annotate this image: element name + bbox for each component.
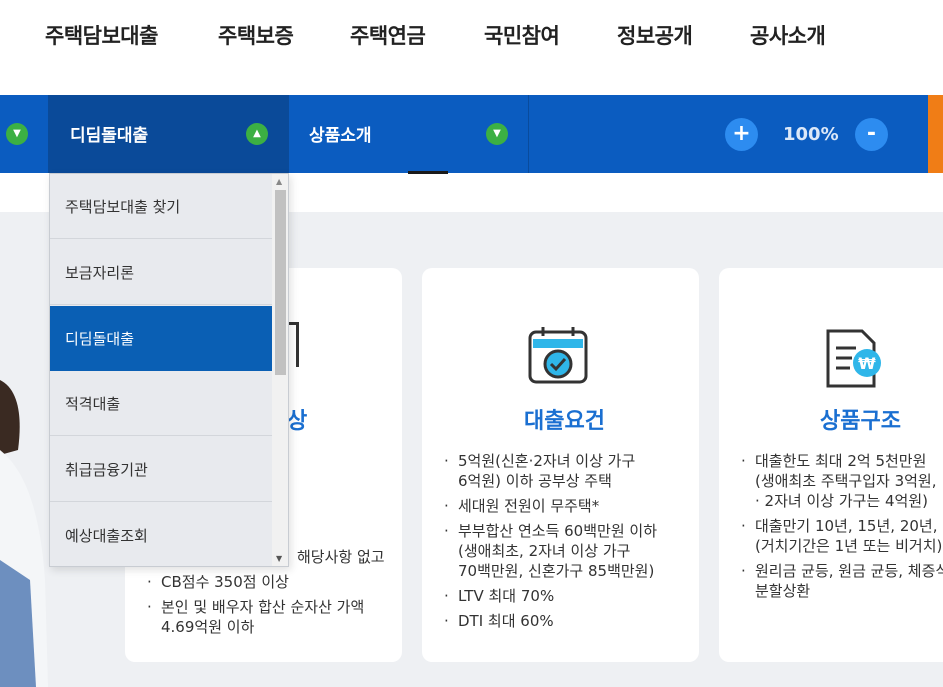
menu1-label[interactable]: 디딤돌대출 [70, 121, 148, 146]
nav-about[interactable]: 공사소개 [750, 20, 826, 50]
card3-bullet-2: 원리금 균등, 원금 균등, 체증식 분할상환 [741, 561, 943, 601]
nav-guarantee[interactable]: 주택보증 [218, 20, 294, 50]
dropdown-item-bogeumjari[interactable]: 보금자리론 [50, 240, 272, 305]
card2-bullet-2: 부부합산 연소득 60백만원 이하 (생애최초, 2자녀 이상 가구 70백만원… [444, 521, 694, 581]
card2-bullet-4: DTI 최대 60% [444, 611, 694, 631]
dropdown-item-financial-institutions[interactable]: 취급금융기관 [50, 437, 272, 502]
nav-mortgage[interactable]: 주택담보대출 [45, 20, 158, 50]
dropdown-item-mortgage-search[interactable]: 주택담보대출 찾기 [50, 174, 272, 239]
card1-bullet-1: CB점수 350점 이상 [147, 572, 397, 592]
active-tab-indicator [408, 171, 448, 174]
nav-pension[interactable]: 주택연금 [350, 20, 426, 50]
dropdown-item-qualified-loan[interactable]: 적격대출 [50, 371, 272, 436]
card2-bullet-0: 5억원(신혼·2자녀 이상 가구 6억원) 이하 공부상 주택 [444, 451, 694, 491]
chevron-up-icon[interactable]: ▲ [246, 123, 268, 145]
card1-title: 상 [287, 409, 308, 434]
nav-disclosure[interactable]: 정보공개 [617, 20, 693, 50]
menu2-label[interactable]: 상품소개 [309, 121, 372, 146]
scrollbar[interactable]: ▲ ▼ [272, 174, 288, 566]
card3-bullets: 대출한도 최대 2억 5천만원 (생애최초 주택구입자 3억원, · 2자녀 이… [741, 451, 943, 606]
plus-icon[interactable]: + [725, 118, 758, 151]
nav-participation[interactable]: 국민참여 [484, 20, 560, 50]
chevron-down-icon[interactable]: ▼ [486, 123, 508, 145]
chevron-down-icon[interactable]: ▼ [6, 123, 28, 145]
card2-bullet-3: LTV 최대 70% [444, 586, 694, 606]
card3-bullet-0: 대출한도 최대 2억 5천만원 (생애최초 주택구입자 3억원, · 2자녀 이… [741, 451, 943, 511]
scroll-down-arrow-icon[interactable]: ▼ [276, 554, 282, 563]
divider [528, 95, 529, 173]
orange-edge [928, 95, 943, 173]
svg-text:₩: ₩ [858, 354, 876, 373]
card2-title: 대출요건 [524, 409, 605, 434]
card2-bullet-1: 세대원 전원이 무주택* [444, 496, 694, 516]
zoom-level: 100% [783, 124, 839, 145]
person-photo [0, 380, 48, 687]
scroll-up-arrow-icon[interactable]: ▲ [276, 177, 282, 186]
scrollbar-thumb[interactable] [275, 190, 286, 375]
top-navigation: 주택담보대출 주택보증 주택연금 국민참여 정보공개 공사소개 [0, 0, 943, 95]
minus-icon[interactable]: - [855, 118, 888, 151]
card2-bullets: 5억원(신혼·2자녀 이상 가구 6억원) 이하 공부상 주택 세대원 전원이 … [444, 451, 694, 636]
document-won-icon: ₩ [826, 329, 881, 388]
calendar-check-icon [528, 327, 588, 384]
dropdown-item-estimated-loan[interactable]: 예상대출조회 [50, 503, 272, 566]
card1-bullet-2: 본인 및 배우자 합산 순자산 가액 4.69억원 이하 [147, 597, 397, 637]
card3-bullet-1: 대출만기 10년, 15년, 20년, 3 (거치기간은 1년 또는 비거치) [741, 516, 943, 556]
dropdown-menu: 주택담보대출 찾기 보금자리론 디딤돌대출 적격대출 취급금융기관 예상대출조회… [49, 173, 289, 567]
card3-title: 상품구조 [820, 409, 901, 434]
dropdown-item-didimdol[interactable]: 디딤돌대출 [50, 306, 272, 371]
